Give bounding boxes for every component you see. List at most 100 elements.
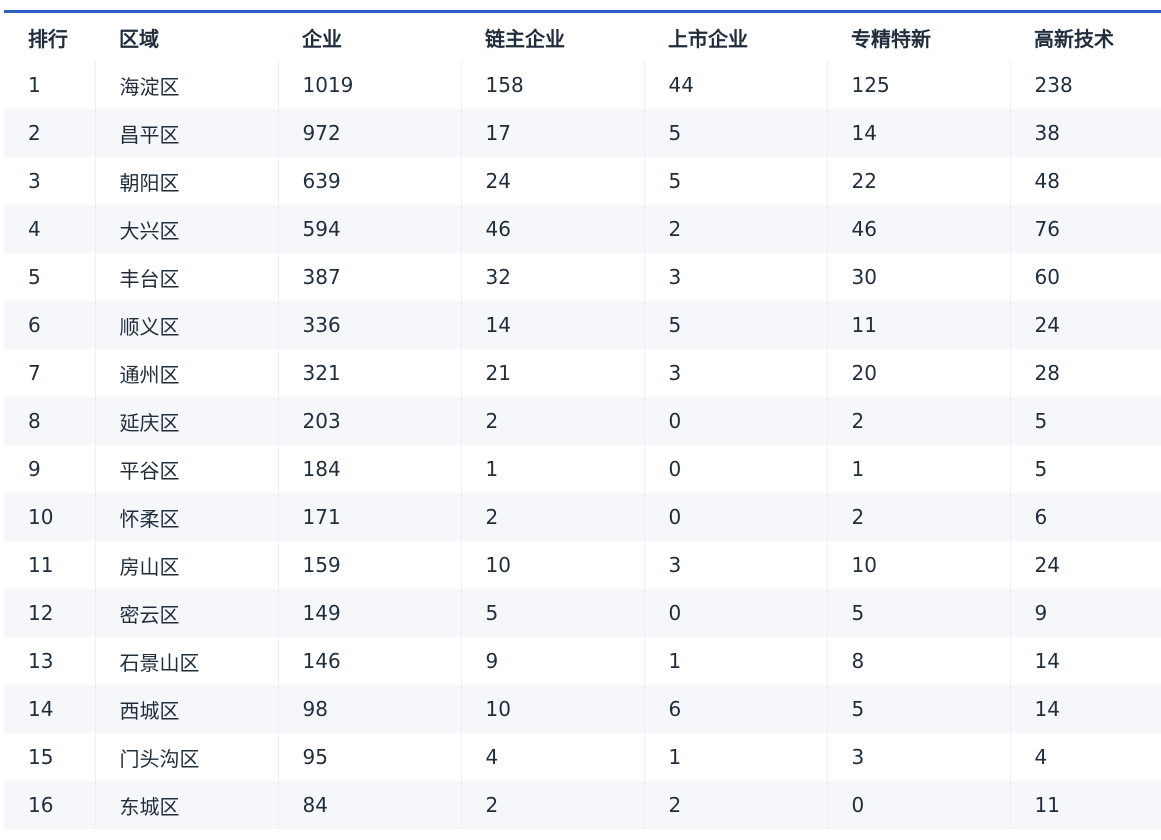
cell-enterprises: 171 <box>277 493 461 541</box>
table-row[interactable]: 13 石景山区 146 9 1 8 14 <box>4 637 1161 685</box>
cell-chain-leaders: 2 <box>460 781 644 829</box>
table-row[interactable]: 5 丰台区 387 32 3 30 60 <box>4 253 1161 301</box>
header-chain-leaders[interactable]: 链主企业 <box>461 13 644 61</box>
header-row: 排行 区域 企业 链主企业 上市企业 专精特新 高新技术 <box>4 13 1161 61</box>
cell-specialized: 30 <box>826 253 1010 301</box>
cell-listed-companies: 0 <box>643 397 827 445</box>
cell-enterprises: 321 <box>277 349 461 397</box>
cell-high-tech: 24 <box>1009 541 1161 589</box>
cell-district: 丰台区 <box>94 253 278 301</box>
cell-enterprises: 594 <box>277 205 461 253</box>
cell-high-tech: 76 <box>1009 205 1161 253</box>
cell-listed-companies: 5 <box>643 157 827 205</box>
cell-rank: 5 <box>4 253 95 301</box>
cell-specialized: 2 <box>826 397 1010 445</box>
table-row[interactable]: 2 昌平区 972 17 5 14 38 <box>4 109 1161 157</box>
table-row[interactable]: 15 门头沟区 95 4 1 3 4 <box>4 733 1161 781</box>
cell-enterprises: 84 <box>277 781 461 829</box>
header-district[interactable]: 区域 <box>95 13 278 61</box>
cell-district: 昌平区 <box>94 109 278 157</box>
cell-district: 房山区 <box>94 541 278 589</box>
table-row[interactable]: 12 密云区 149 5 0 5 9 <box>4 589 1161 637</box>
table-header: 排行 区域 企业 链主企业 上市企业 专精特新 高新技术 <box>4 13 1161 61</box>
cell-enterprises: 972 <box>277 109 461 157</box>
cell-rank: 12 <box>4 589 95 637</box>
cell-specialized: 10 <box>826 541 1010 589</box>
header-rank[interactable]: 排行 <box>4 13 95 61</box>
cell-specialized: 20 <box>826 349 1010 397</box>
cell-enterprises: 149 <box>277 589 461 637</box>
cell-high-tech: 11 <box>1009 781 1161 829</box>
cell-specialized: 11 <box>826 301 1010 349</box>
cell-chain-leaders: 2 <box>460 493 644 541</box>
header-high-tech[interactable]: 高新技术 <box>1010 13 1161 61</box>
cell-rank: 15 <box>4 733 95 781</box>
cell-rank: 11 <box>4 541 95 589</box>
cell-high-tech: 14 <box>1009 637 1161 685</box>
cell-specialized: 3 <box>826 733 1010 781</box>
table-row[interactable]: 11 房山区 159 10 3 10 24 <box>4 541 1161 589</box>
cell-district: 东城区 <box>94 781 278 829</box>
cell-rank: 7 <box>4 349 95 397</box>
header-listed-companies[interactable]: 上市企业 <box>644 13 827 61</box>
table-row[interactable]: 4 大兴区 594 46 2 46 76 <box>4 205 1161 253</box>
table-row[interactable]: 3 朝阳区 639 24 5 22 48 <box>4 157 1161 205</box>
cell-district: 西城区 <box>94 685 278 733</box>
cell-rank: 14 <box>4 685 95 733</box>
table-row[interactable]: 16 东城区 84 2 2 0 11 <box>4 781 1161 829</box>
cell-chain-leaders: 32 <box>460 253 644 301</box>
table-row[interactable]: 10 怀柔区 171 2 0 2 6 <box>4 493 1161 541</box>
cell-high-tech: 9 <box>1009 589 1161 637</box>
cell-specialized: 5 <box>826 589 1010 637</box>
header-specialized[interactable]: 专精特新 <box>827 13 1010 61</box>
district-ranking-table: 排行 区域 企业 链主企业 上市企业 专精特新 高新技术 1 海淀区 1019 158… <box>4 13 1161 829</box>
table-row[interactable]: 8 延庆区 203 2 0 2 5 <box>4 397 1161 445</box>
cell-high-tech: 6 <box>1009 493 1161 541</box>
table-row[interactable]: 7 通州区 321 21 3 20 28 <box>4 349 1161 397</box>
cell-rank: 2 <box>4 109 95 157</box>
cell-district: 海淀区 <box>94 61 278 109</box>
cell-listed-companies: 2 <box>643 205 827 253</box>
cell-high-tech: 5 <box>1009 445 1161 493</box>
table-body: 1 海淀区 1019 158 44 125 238 2 昌平区 972 17 5 14 38 3 朝阳区 639… <box>4 61 1161 829</box>
table-row[interactable]: 9 平谷区 184 1 0 1 5 <box>4 445 1161 493</box>
cell-rank: 4 <box>4 205 95 253</box>
table-row[interactable]: 14 西城区 98 10 6 5 14 <box>4 685 1161 733</box>
cell-chain-leaders: 1 <box>460 445 644 493</box>
cell-listed-companies: 1 <box>643 733 827 781</box>
cell-specialized: 2 <box>826 493 1010 541</box>
cell-enterprises: 184 <box>277 445 461 493</box>
cell-listed-companies: 1 <box>643 637 827 685</box>
cell-chain-leaders: 158 <box>460 61 644 109</box>
cell-high-tech: 14 <box>1009 685 1161 733</box>
table-row[interactable]: 1 海淀区 1019 158 44 125 238 <box>4 61 1161 109</box>
cell-enterprises: 98 <box>277 685 461 733</box>
cell-listed-companies: 0 <box>643 493 827 541</box>
header-enterprises[interactable]: 企业 <box>278 13 461 61</box>
cell-chain-leaders: 46 <box>460 205 644 253</box>
cell-listed-companies: 0 <box>643 445 827 493</box>
cell-chain-leaders: 14 <box>460 301 644 349</box>
cell-high-tech: 28 <box>1009 349 1161 397</box>
cell-district: 延庆区 <box>94 397 278 445</box>
cell-rank: 8 <box>4 397 95 445</box>
cell-high-tech: 48 <box>1009 157 1161 205</box>
cell-rank: 9 <box>4 445 95 493</box>
cell-enterprises: 336 <box>277 301 461 349</box>
cell-specialized: 1 <box>826 445 1010 493</box>
cell-specialized: 22 <box>826 157 1010 205</box>
cell-chain-leaders: 4 <box>460 733 644 781</box>
table-row[interactable]: 6 顺义区 336 14 5 11 24 <box>4 301 1161 349</box>
cell-chain-leaders: 21 <box>460 349 644 397</box>
cell-specialized: 14 <box>826 109 1010 157</box>
cell-chain-leaders: 5 <box>460 589 644 637</box>
cell-high-tech: 238 <box>1009 61 1161 109</box>
cell-district: 密云区 <box>94 589 278 637</box>
cell-chain-leaders: 24 <box>460 157 644 205</box>
cell-enterprises: 95 <box>277 733 461 781</box>
cell-enterprises: 1019 <box>277 61 461 109</box>
cell-chain-leaders: 10 <box>460 685 644 733</box>
cell-enterprises: 387 <box>277 253 461 301</box>
cell-listed-companies: 3 <box>643 253 827 301</box>
cell-enterprises: 203 <box>277 397 461 445</box>
